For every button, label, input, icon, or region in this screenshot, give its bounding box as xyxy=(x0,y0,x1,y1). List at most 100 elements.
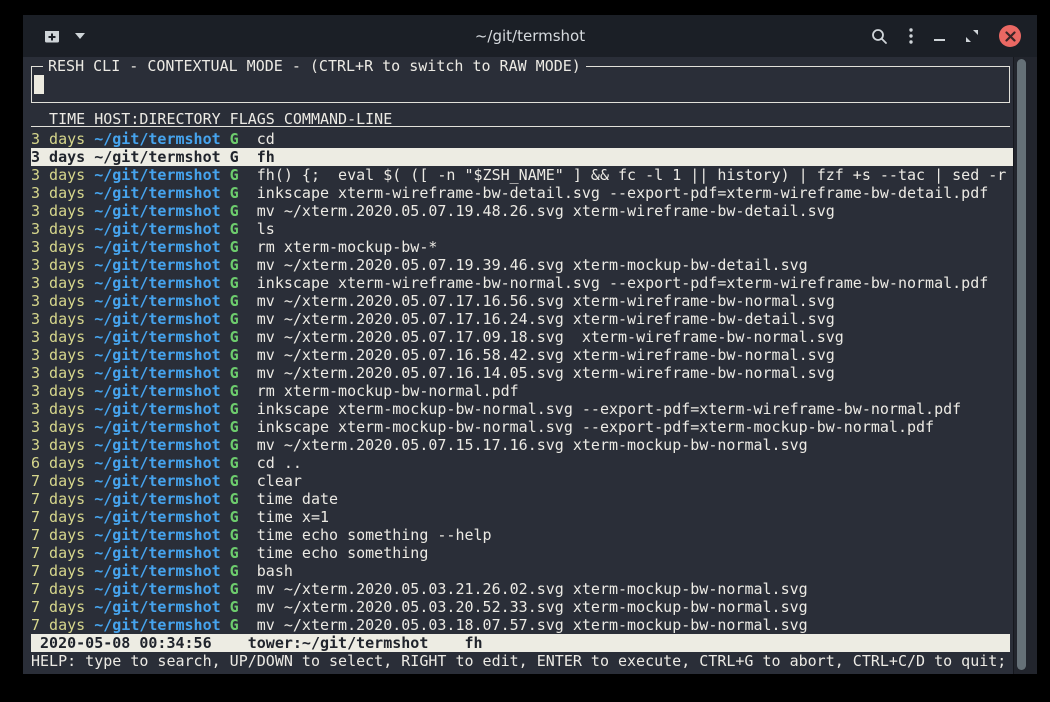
history-row[interactable]: 7 days ~/git/termshot G mv ~/xterm.2020.… xyxy=(31,580,1013,598)
history-row[interactable]: 3 days ~/git/termshot G mv ~/xterm.2020.… xyxy=(31,346,1013,364)
flags-cell: G xyxy=(221,166,257,184)
time-cell: 3 days xyxy=(31,130,94,148)
history-row[interactable]: 6 days ~/git/termshot G cd .. xyxy=(31,454,1013,472)
history-list: 3 days ~/git/termshot G cd3 days ~/git/t… xyxy=(31,130,1013,634)
time-cell: 3 days xyxy=(31,220,94,238)
menu-button[interactable] xyxy=(908,27,914,45)
flags-cell: G xyxy=(221,292,257,310)
directory-cell: ~/git/termshot xyxy=(94,508,220,526)
command-cell: mv ~/xterm.2020.05.07.15.17.16.svg xterm… xyxy=(257,436,808,454)
history-row[interactable]: 3 days ~/git/termshot G inkscape xterm-w… xyxy=(31,274,1013,292)
time-cell: 3 days xyxy=(31,148,94,166)
search-box-title: RESH CLI - CONTEXTUAL MODE - (CTRL+R to … xyxy=(43,57,586,75)
directory-cell: ~/git/termshot xyxy=(94,328,220,346)
directory-cell: ~/git/termshot xyxy=(94,616,220,634)
command-cell: mv ~/xterm.2020.05.07.17.16.56.svg xterm… xyxy=(257,292,835,310)
history-row[interactable]: 3 days ~/git/termshot G mv ~/xterm.2020.… xyxy=(31,364,1013,382)
command-cell: ls xyxy=(257,220,275,238)
history-row[interactable]: 7 days ~/git/termshot G clear xyxy=(31,472,1013,490)
history-row[interactable]: 3 days ~/git/termshot G inkscape xterm-m… xyxy=(31,400,1013,418)
directory-cell: ~/git/termshot xyxy=(94,256,220,274)
time-cell: 3 days xyxy=(31,202,94,220)
scrollbar-thumb[interactable] xyxy=(1017,59,1026,670)
command-cell: clear xyxy=(257,472,302,490)
directory-cell: ~/git/termshot xyxy=(94,220,220,238)
history-row[interactable]: 3 days ~/git/termshot G mv ~/xterm.2020.… xyxy=(31,292,1013,310)
time-cell: 3 days xyxy=(31,346,94,364)
history-row[interactable]: 3 days ~/git/termshot G rm xterm-mockup-… xyxy=(31,238,1013,256)
directory-cell: ~/git/termshot xyxy=(94,238,220,256)
scrollbar[interactable] xyxy=(1013,57,1037,674)
close-button[interactable] xyxy=(999,25,1021,47)
history-row[interactable]: 7 days ~/git/termshot G time echo someth… xyxy=(31,544,1013,562)
history-row[interactable]: 3 days ~/git/termshot G mv ~/xterm.2020.… xyxy=(31,310,1013,328)
minimize-button[interactable] xyxy=(934,31,945,41)
time-cell: 7 days xyxy=(31,580,94,598)
history-row[interactable]: 7 days ~/git/termshot G time x=1 xyxy=(31,508,1013,526)
time-cell: 3 days xyxy=(31,418,94,436)
time-cell: 7 days xyxy=(31,616,94,634)
time-cell: 3 days xyxy=(31,400,94,418)
text-cursor xyxy=(34,75,44,94)
time-cell: 3 days xyxy=(31,184,94,202)
history-row[interactable]: 3 days ~/git/termshot G ls xyxy=(31,220,1013,238)
directory-cell: ~/git/termshot xyxy=(94,130,220,148)
search-icon xyxy=(871,28,888,45)
flags-cell: G xyxy=(221,256,257,274)
time-cell: 3 days xyxy=(31,382,94,400)
restore-button[interactable] xyxy=(965,29,979,43)
history-row[interactable]: 3 days ~/git/termshot G mv ~/xterm.2020.… xyxy=(31,256,1013,274)
time-cell: 3 days xyxy=(31,292,94,310)
search-button[interactable] xyxy=(871,28,888,45)
history-row[interactable]: 7 days ~/git/termshot G bash xyxy=(31,562,1013,580)
history-row[interactable]: 3 days ~/git/termshot G inkscape xterm-m… xyxy=(31,418,1013,436)
flags-cell: G xyxy=(221,148,257,166)
terminal-window: ~/git/termshot xyxy=(23,15,1037,674)
history-row-selected[interactable]: 3 days ~/git/termshot G fh xyxy=(31,148,1013,166)
history-row[interactable]: 3 days ~/git/termshot G inkscape xterm-w… xyxy=(31,184,1013,202)
command-cell: time echo something xyxy=(257,544,429,562)
command-cell: time date xyxy=(257,490,338,508)
flags-cell: G xyxy=(221,220,257,238)
flags-cell: G xyxy=(221,184,257,202)
directory-cell: ~/git/termshot xyxy=(94,274,220,292)
command-cell: inkscape xterm-mockup-bw-normal.svg --ex… xyxy=(257,400,961,418)
command-cell: mv ~/xterm.2020.05.07.19.48.26.svg xterm… xyxy=(257,202,835,220)
history-row[interactable]: 7 days ~/git/termshot G mv ~/xterm.2020.… xyxy=(31,598,1013,616)
flags-cell: G xyxy=(221,508,257,526)
time-cell: 7 days xyxy=(31,598,94,616)
directory-cell: ~/git/termshot xyxy=(94,562,220,580)
tabs-dropdown-button[interactable] xyxy=(75,33,85,39)
directory-cell: ~/git/termshot xyxy=(94,166,220,184)
command-cell: mv ~/xterm.2020.05.07.19.39.46.svg xterm… xyxy=(257,256,808,274)
time-cell: 3 days xyxy=(31,238,94,256)
history-row[interactable]: 3 days ~/git/termshot G mv ~/xterm.2020.… xyxy=(31,436,1013,454)
flags-cell: G xyxy=(221,526,257,544)
history-row[interactable]: 3 days ~/git/termshot G mv ~/xterm.2020.… xyxy=(31,202,1013,220)
time-cell: 3 days xyxy=(31,274,94,292)
history-row[interactable]: 3 days ~/git/termshot G cd xyxy=(31,130,1013,148)
history-row[interactable]: 3 days ~/git/termshot G rm xterm-mockup-… xyxy=(31,382,1013,400)
command-cell: cd xyxy=(257,130,275,148)
time-cell: 3 days xyxy=(31,166,94,184)
flags-cell: G xyxy=(221,400,257,418)
flags-cell: G xyxy=(221,490,257,508)
time-cell: 6 days xyxy=(31,454,94,472)
directory-cell: ~/git/termshot xyxy=(94,346,220,364)
time-cell: 7 days xyxy=(31,562,94,580)
flags-cell: G xyxy=(221,364,257,382)
flags-cell: G xyxy=(221,580,257,598)
flags-cell: G xyxy=(221,562,257,580)
time-cell: 7 days xyxy=(31,490,94,508)
titlebar: ~/git/termshot xyxy=(23,15,1037,57)
directory-cell: ~/git/termshot xyxy=(94,364,220,382)
command-cell: mv ~/xterm.2020.05.07.17.16.24.svg xterm… xyxy=(257,310,835,328)
new-tab-button[interactable] xyxy=(43,28,61,44)
history-row[interactable]: 3 days ~/git/termshot G fh() {; eval $( … xyxy=(31,166,1013,184)
history-row[interactable]: 7 days ~/git/termshot G time date xyxy=(31,490,1013,508)
history-row[interactable]: 3 days ~/git/termshot G mv ~/xterm.2020.… xyxy=(31,328,1013,346)
search-box[interactable]: RESH CLI - CONTEXTUAL MODE - (CTRL+R to … xyxy=(31,66,1010,103)
time-cell: 7 days xyxy=(31,544,94,562)
history-row[interactable]: 7 days ~/git/termshot G mv ~/xterm.2020.… xyxy=(31,616,1013,634)
history-row[interactable]: 7 days ~/git/termshot G time echo someth… xyxy=(31,526,1013,544)
